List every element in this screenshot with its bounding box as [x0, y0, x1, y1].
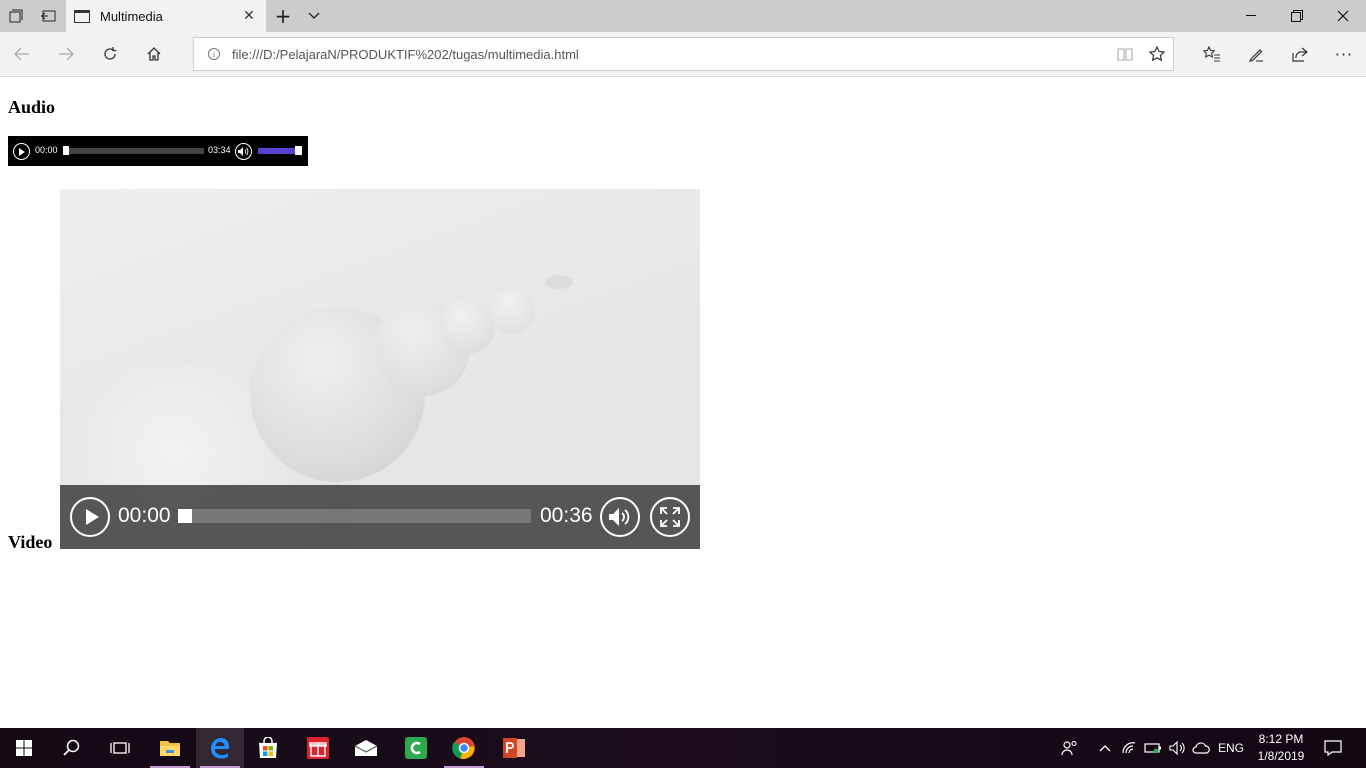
mail-icon[interactable]	[342, 728, 390, 768]
video-seek-thumb[interactable]	[178, 509, 192, 523]
battery-icon[interactable]	[1142, 728, 1164, 768]
clock[interactable]: 8:12 PM 1/8/2019	[1250, 731, 1312, 765]
close-tab-icon[interactable]: ✕	[232, 8, 266, 24]
more-menu-icon[interactable]: ···	[1324, 36, 1364, 72]
address-bar[interactable]: i file:///D:/PelajaraN/PRODUKTIF%202/tug…	[193, 37, 1174, 71]
web-note-pen-icon[interactable]	[1236, 36, 1276, 72]
audio-player[interactable]: 00:00 03:34	[8, 136, 308, 166]
volume-icon[interactable]	[1166, 728, 1188, 768]
video-play-icon[interactable]	[70, 497, 110, 537]
video-frame-sphere	[490, 289, 535, 334]
people-icon[interactable]	[1056, 728, 1084, 768]
navigation-bar: i file:///D:/PelajaraN/PRODUKTIF%202/tug…	[0, 32, 1366, 77]
chrome-icon[interactable]	[440, 728, 488, 768]
store-icon[interactable]	[244, 728, 292, 768]
url-text: file:///D:/PelajaraN/PRODUKTIF%202/tugas…	[232, 46, 579, 62]
refresh-button[interactable]	[90, 36, 130, 72]
minimize-icon[interactable]	[1228, 0, 1274, 32]
video-frame-sphere	[545, 275, 573, 289]
share-icon[interactable]	[1280, 36, 1320, 72]
clock-date: 1/8/2019	[1257, 749, 1305, 763]
network-icon[interactable]	[1118, 728, 1140, 768]
tab-multimedia[interactable]: Multimedia ✕	[66, 0, 266, 32]
action-center-icon[interactable]	[1318, 728, 1348, 768]
audio-heading: Audio	[8, 97, 56, 117]
forward-button[interactable]	[46, 36, 86, 72]
close-window-icon[interactable]	[1320, 0, 1366, 32]
clock-time: 8:12 PM	[1258, 732, 1304, 746]
site-info-icon[interactable]: i	[208, 48, 220, 60]
page-icon	[74, 9, 90, 23]
search-icon[interactable]	[48, 728, 96, 768]
tab-actions-icon[interactable]	[0, 0, 32, 32]
page-content: Audio 00:00 03:34 Video 00:00 00:36	[0, 77, 1366, 728]
restore-icon[interactable]	[1274, 0, 1320, 32]
video-seek-track[interactable]	[178, 509, 531, 523]
audio-duration: 03:34	[208, 145, 231, 155]
edge-browser-icon[interactable]	[196, 728, 244, 768]
camtasia-icon[interactable]	[392, 728, 440, 768]
audio-volume-icon[interactable]	[235, 143, 252, 160]
language-indicator[interactable]: ENG	[1214, 728, 1248, 768]
gift-app-icon[interactable]	[294, 728, 342, 768]
reading-view-icon[interactable]	[1109, 38, 1141, 70]
favorite-star-icon[interactable]	[1141, 38, 1173, 70]
video-controls-bar: 00:00 00:36	[60, 485, 700, 549]
video-volume-icon[interactable]	[600, 497, 640, 537]
video-duration: 00:36	[540, 504, 593, 527]
home-button[interactable]	[134, 36, 174, 72]
video-frame-sphere	[440, 299, 495, 354]
favorites-hub-icon[interactable]	[1192, 36, 1232, 72]
task-view-icon[interactable]	[96, 728, 144, 768]
show-hidden-icons-chevron-icon[interactable]	[1094, 728, 1116, 768]
tab-preview-chevron-icon[interactable]	[300, 0, 328, 32]
tab-title: Multimedia	[100, 8, 163, 24]
video-current-time: 00:00	[118, 504, 171, 527]
audio-seek-track[interactable]	[63, 148, 204, 154]
back-button[interactable]	[2, 36, 42, 72]
video-player[interactable]: 00:00 00:36	[60, 189, 700, 549]
powerpoint-icon[interactable]	[490, 728, 538, 768]
fullscreen-icon[interactable]	[650, 497, 690, 537]
audio-play-icon[interactable]	[13, 143, 30, 160]
title-bar: Multimedia ✕ +	[0, 0, 1366, 32]
audio-seek-thumb[interactable]	[63, 146, 69, 155]
audio-current-time: 00:00	[35, 145, 58, 155]
onedrive-cloud-icon[interactable]	[1190, 728, 1212, 768]
new-tab-icon[interactable]: +	[266, 0, 300, 32]
video-heading: Video	[8, 532, 53, 552]
taskbar: ENG 8:12 PM 1/8/2019	[0, 728, 1366, 768]
audio-volume-thumb[interactable]	[295, 146, 302, 155]
set-tabs-aside-icon[interactable]	[32, 0, 64, 32]
file-explorer-icon[interactable]	[146, 728, 194, 768]
windows-start-icon[interactable]	[0, 728, 48, 768]
